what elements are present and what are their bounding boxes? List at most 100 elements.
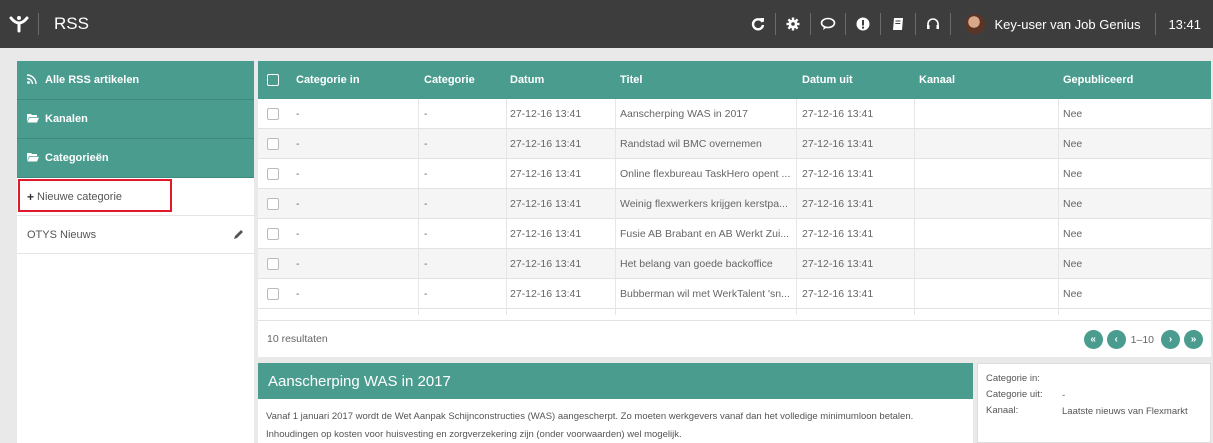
header-categorie-in[interactable]: Categorie in <box>296 74 360 86</box>
cell-categorie: - <box>424 288 428 300</box>
meta-label: Kanaal: <box>986 405 1019 416</box>
header-gepubliceerd[interactable]: Gepubliceerd <box>1063 74 1133 86</box>
article-title: Aanscherping WAS in 2017 <box>258 363 973 399</box>
user-name: Key-user van Job Genius <box>994 16 1141 32</box>
app-title: RSS <box>54 14 89 33</box>
sidebar-item-label: Kanalen <box>45 113 88 125</box>
folder-open-icon <box>27 113 41 126</box>
book-icon[interactable] <box>881 0 915 48</box>
edit-pencil-icon[interactable] <box>233 229 244 240</box>
folder-open-icon <box>27 152 41 165</box>
meta-value: - <box>1062 390 1066 401</box>
row-checkbox[interactable] <box>267 138 279 150</box>
gear-icon[interactable] <box>776 0 810 48</box>
page-range: 1–10 <box>1130 333 1154 346</box>
cell-titel: Randstad wil BMC overnemen <box>620 138 762 150</box>
header-titel[interactable]: Titel <box>620 74 642 86</box>
cell-datum: 27-12-16 13:41 <box>510 138 582 150</box>
column-divider <box>796 99 797 315</box>
cell-datum: 27-12-16 13:41 <box>510 288 582 300</box>
results-count: 10 resultaten <box>267 333 328 345</box>
table-body: - - 27-12-16 13:41 Aanscherping WAS in 2017… <box>258 99 1211 309</box>
header-datum-uit[interactable]: Datum uit <box>802 74 853 86</box>
cell-titel: Het belang van goede backoffice <box>620 258 773 270</box>
cell-categorie-in: - <box>296 108 300 120</box>
meta-row: Categorie uit: - <box>986 389 1202 405</box>
header-datum[interactable]: Datum <box>510 74 544 86</box>
table-row[interactable]: - - 27-12-16 13:41 Weinig flexwerkers krijg… <box>258 189 1211 219</box>
cell-datum-uit: 27-12-16 13:41 <box>802 288 874 300</box>
avatar <box>965 14 986 34</box>
cell-gepubliceerd: Nee <box>1063 288 1083 300</box>
article-body: Vanaf 1 januari 2017 wordt de Wet Aanpak… <box>266 411 914 440</box>
clock: 13:41 <box>1168 16 1201 32</box>
sidebar: Alle RSS artikelen Kanalen Categorieën +… <box>17 61 254 443</box>
chat-icon[interactable] <box>811 0 845 48</box>
column-divider <box>615 99 616 315</box>
last-page-icon[interactable]: » <box>1184 330 1203 349</box>
sidebar-item-all-rss-articles[interactable]: Alle RSS artikelen <box>17 61 254 100</box>
cell-gepubliceerd: Nee <box>1063 138 1083 150</box>
row-checkbox[interactable] <box>267 108 279 120</box>
cell-gepubliceerd: Nee <box>1063 258 1083 270</box>
cell-gepubliceerd: Nee <box>1063 168 1083 180</box>
row-checkbox[interactable] <box>267 258 279 270</box>
first-page-icon[interactable]: « <box>1083 330 1103 349</box>
sidebar-item-channels[interactable]: Kanalen <box>17 100 254 139</box>
cell-datum-uit: 27-12-16 13:41 <box>802 108 874 120</box>
row-checkbox[interactable] <box>267 288 279 300</box>
table-row[interactable]: - - 27-12-16 13:41 Online flexbureau TaskHe… <box>258 159 1211 189</box>
headset-icon[interactable] <box>916 0 950 48</box>
select-all-checkbox[interactable] <box>267 74 279 86</box>
cell-datum-uit: 27-12-16 13:41 <box>802 168 874 180</box>
prev-page-icon[interactable]: ‹ <box>1106 330 1126 349</box>
cell-categorie: - <box>424 228 428 240</box>
cell-titel: Weinig flexwerkers krijgen kerstpa... <box>620 198 788 210</box>
cell-datum-uit: 27-12-16 13:41 <box>802 228 874 240</box>
cell-categorie: - <box>424 108 428 120</box>
next-page-icon[interactable]: › <box>1161 330 1180 349</box>
app-logo-icon[interactable] <box>0 0 38 48</box>
cell-categorie-in: - <box>296 288 300 300</box>
cell-categorie-in: - <box>296 228 300 240</box>
refresh-icon[interactable] <box>741 0 775 48</box>
cell-categorie-in: - <box>296 198 300 210</box>
meta-value: Laatste nieuws van Flexmarkt <box>1062 406 1188 417</box>
cell-titel: Aanscherping WAS in 2017 <box>620 108 749 120</box>
meta-row: Categorie in: <box>986 373 1202 389</box>
header-kanaal[interactable]: Kanaal <box>919 74 955 86</box>
sidebar-item-label: Alle RSS artikelen <box>45 74 140 86</box>
table-row[interactable]: - - 27-12-16 13:41 Randstad wil BMC overnem… <box>258 129 1211 159</box>
sidebar-item-label: Categorieën <box>45 152 109 164</box>
user-menu[interactable]: Key-user van Job Genius <box>951 14 1155 34</box>
pagination: « ‹ 1–10 › » <box>1080 330 1203 349</box>
cell-datum: 27-12-16 13:41 <box>510 228 582 240</box>
meta-label: Categorie uit: <box>986 389 1043 400</box>
table-row[interactable]: - - 27-12-16 13:41 Bubberman wil met WerkTa… <box>258 279 1211 309</box>
rss-icon <box>26 73 41 87</box>
category-label: OTYS Nieuws <box>27 228 97 241</box>
cell-datum: 27-12-16 13:41 <box>510 168 582 180</box>
new-category-button[interactable]: + Nieuwe categorie <box>17 178 254 216</box>
cell-categorie-in: - <box>296 138 300 150</box>
row-checkbox[interactable] <box>267 168 279 180</box>
highlight-box <box>18 179 172 212</box>
sidebar-item-categories[interactable]: Categorieën <box>17 139 254 178</box>
column-divider <box>506 99 507 315</box>
column-divider <box>914 99 915 315</box>
header-categorie[interactable]: Categorie <box>424 74 475 86</box>
table-row[interactable]: - - 27-12-16 13:41 Het belang van goede bac… <box>258 249 1211 279</box>
category-item-otys-nieuws[interactable]: OTYS Nieuws <box>17 216 254 254</box>
alert-icon[interactable] <box>846 0 880 48</box>
cell-datum-uit: 27-12-16 13:41 <box>802 138 874 150</box>
articles-table: Categorie in Categorie Datum Titel Datum… <box>258 61 1211 357</box>
table-row[interactable]: - - 27-12-16 13:41 Fusie AB Brabant en AB W… <box>258 219 1211 249</box>
row-checkbox[interactable] <box>267 228 279 240</box>
row-checkbox[interactable] <box>267 198 279 210</box>
top-bar: RSS Key-user van Job Genius 13:41 <box>0 0 1213 48</box>
table-row[interactable]: - - 27-12-16 13:41 Aanscherping WAS in 2017… <box>258 99 1211 129</box>
cell-datum: 27-12-16 13:41 <box>510 198 582 210</box>
column-divider <box>418 99 419 315</box>
article-meta: Categorie in: Categorie uit: - Kanaal: L… <box>977 363 1211 443</box>
meta-value <box>1062 373 1202 389</box>
